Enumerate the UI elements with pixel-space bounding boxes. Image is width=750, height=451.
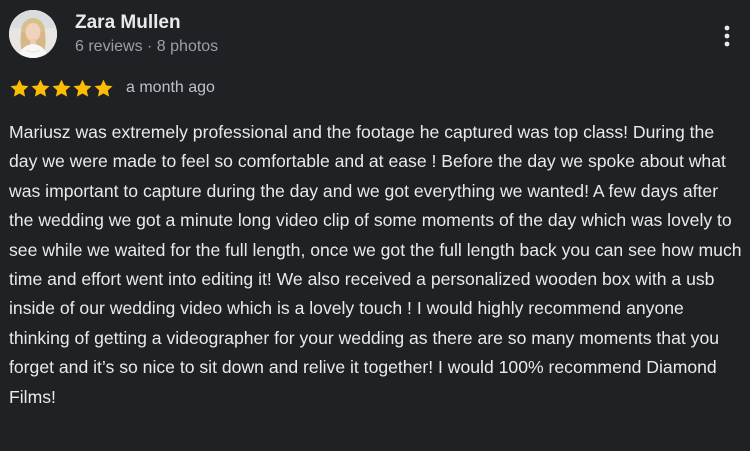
review-text: Mariusz was extremely professional and t… — [9, 122, 742, 407]
star-icon — [10, 79, 29, 97]
rating-row: a month ago — [9, 76, 215, 100]
star-icon — [73, 79, 92, 97]
reviewer-avatar[interactable] — [9, 10, 57, 58]
reviewer-stats[interactable]: 6 reviews · 8 photos — [75, 37, 218, 57]
star-icon — [31, 79, 50, 97]
more-options-button[interactable] — [712, 18, 742, 54]
avatar-photo-icon — [9, 10, 57, 58]
star-icon — [52, 79, 71, 97]
star-icon — [94, 79, 113, 97]
star-rating — [9, 78, 114, 99]
more-vert-icon — [724, 25, 730, 47]
reviewer-name[interactable]: Zara Mullen — [75, 11, 181, 35]
review-card: Zara Mullen 6 reviews · 8 photos a month… — [0, 0, 750, 451]
review-time: a month ago — [126, 79, 215, 96]
